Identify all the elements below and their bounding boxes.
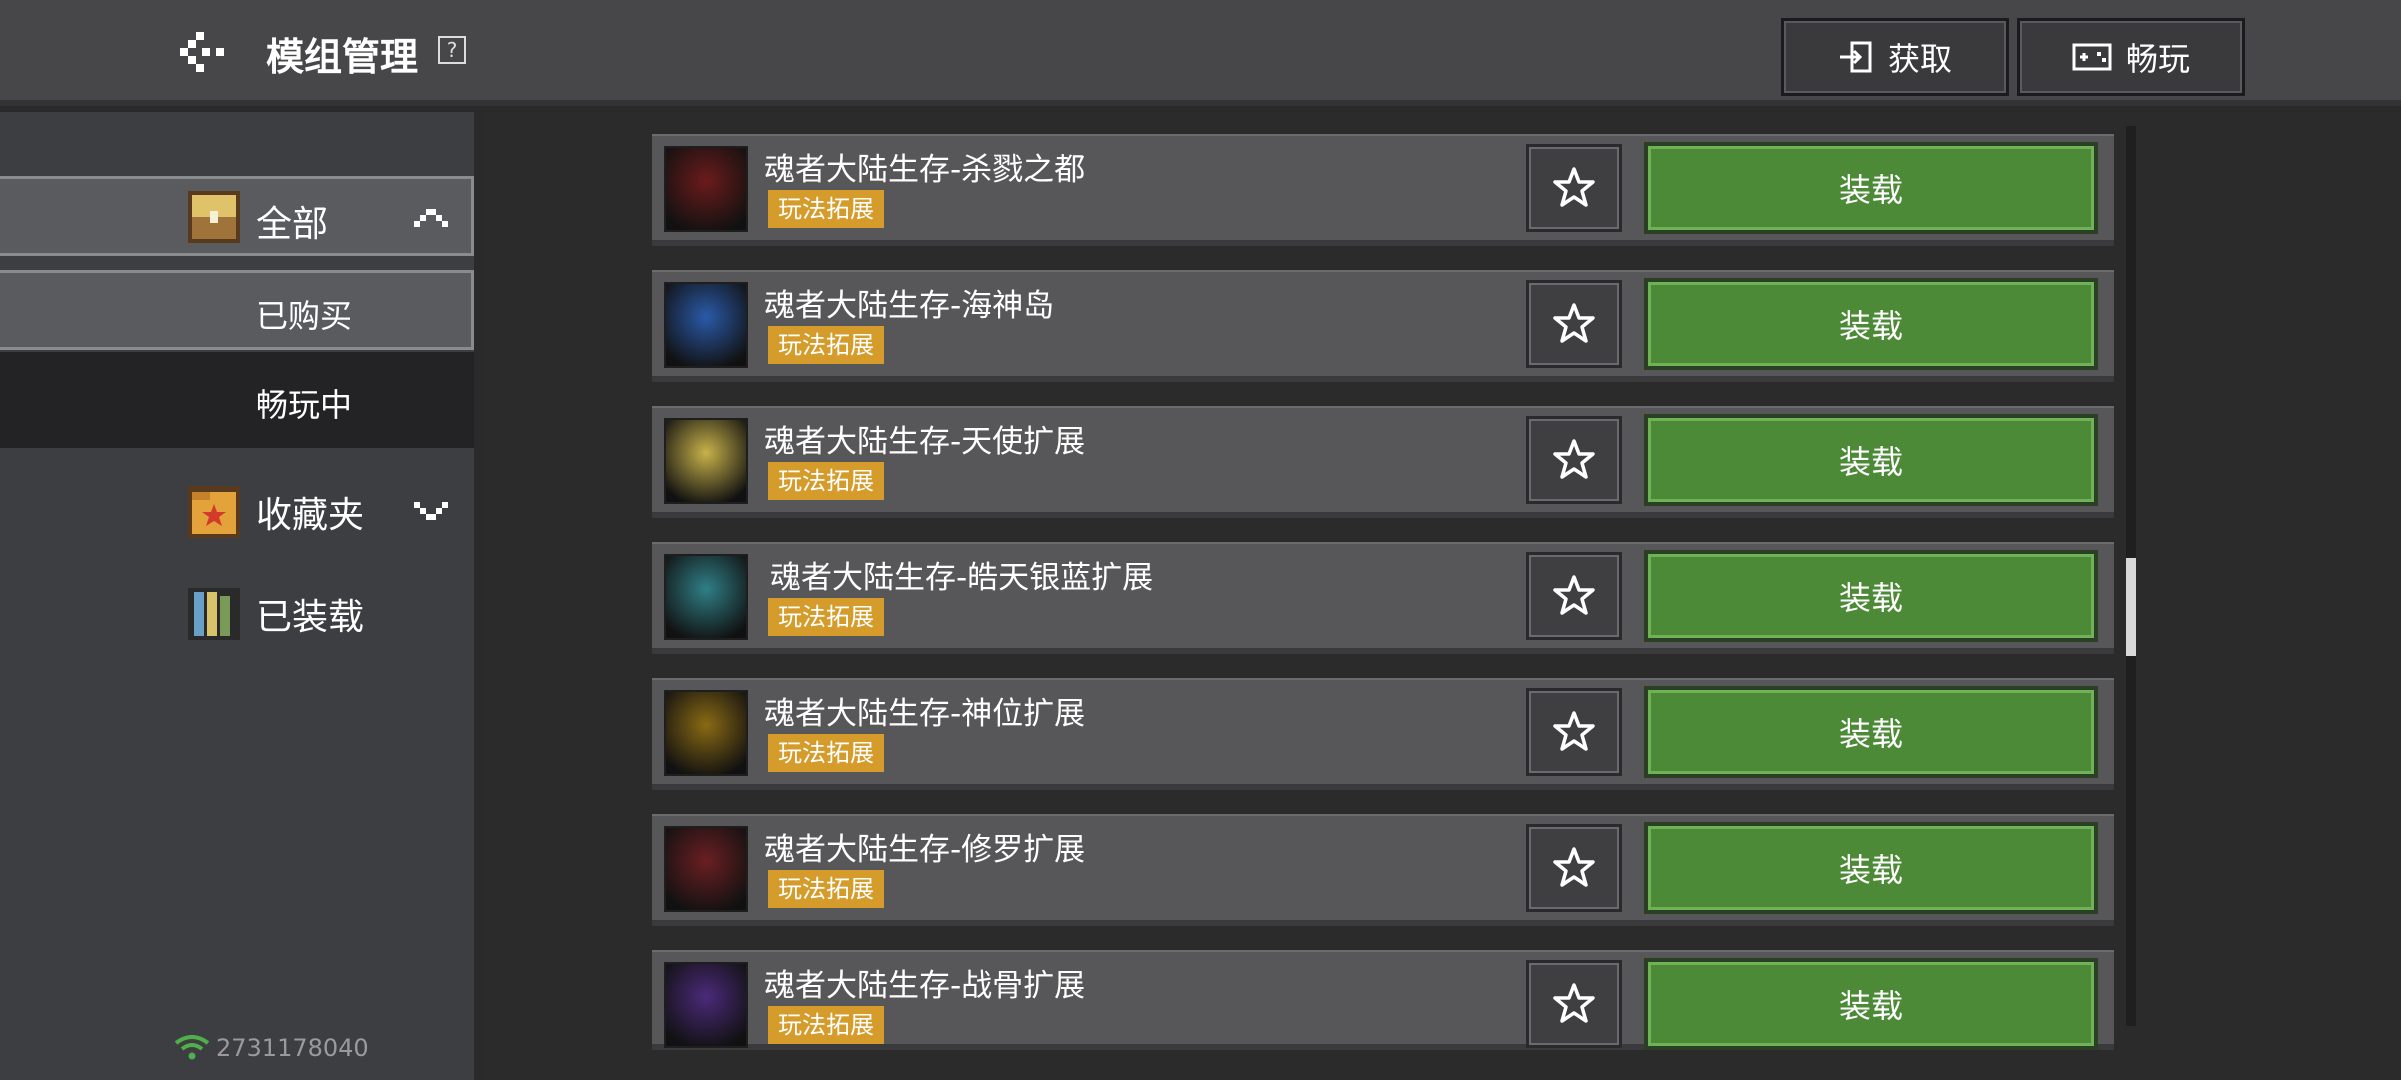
- star-icon: [1553, 167, 1595, 207]
- mod-title: 魂者大陆生存-海神岛: [764, 288, 1055, 324]
- mod-thumbnail: [664, 826, 748, 912]
- folder-star-icon: [188, 486, 240, 538]
- mod-title: 魂者大陆生存-修罗扩展: [764, 832, 1086, 868]
- books-icon: [188, 588, 240, 640]
- mod-thumbnail: [664, 146, 748, 232]
- category-tag: 玩法拓展: [768, 1006, 884, 1044]
- chest-icon: [188, 191, 240, 243]
- mod-thumbnail: [664, 690, 748, 776]
- favorite-button[interactable]: [1526, 960, 1622, 1048]
- import-icon: [1839, 41, 1872, 73]
- favorite-button[interactable]: [1526, 416, 1622, 504]
- play-button-label: 畅玩: [2125, 40, 2190, 78]
- mod-title: 魂者大陆生存-战骨扩展: [764, 968, 1086, 1004]
- load-button[interactable]: 装载: [1644, 958, 2098, 1050]
- load-button[interactable]: 装载: [1644, 142, 2098, 234]
- mod-title: 魂者大陆生存-皓天银蓝扩展: [770, 560, 1154, 596]
- load-button[interactable]: 装载: [1644, 822, 2098, 914]
- category-tag: 玩法拓展: [768, 598, 884, 636]
- category-tag: 玩法拓展: [768, 326, 884, 364]
- list-item[interactable]: 魂者大陆生存-神位扩展 玩法拓展 装载: [652, 678, 2114, 790]
- load-button[interactable]: 装载: [1644, 278, 2098, 370]
- sidebar-item-all[interactable]: 全部: [0, 176, 474, 256]
- sidebar-item-bought-label: 已购买: [256, 297, 353, 335]
- category-tag: 玩法拓展: [768, 870, 884, 908]
- chevron-down-icon: [414, 502, 448, 520]
- network-id: 2731178040: [216, 1034, 369, 1062]
- sidebar: 全部 已购买 畅玩中 收藏夹 已装载: [0, 112, 478, 1080]
- mod-thumbnail: [664, 418, 748, 504]
- mod-title: 魂者大陆生存-神位扩展: [764, 696, 1086, 732]
- sidebar-item-playing-label: 畅玩中: [256, 386, 353, 424]
- favorite-button[interactable]: [1526, 824, 1622, 912]
- favorite-button[interactable]: [1526, 552, 1622, 640]
- star-icon: [1553, 439, 1595, 479]
- sidebar-item-favorites[interactable]: 收藏夹: [0, 472, 474, 552]
- category-tag: 玩法拓展: [768, 190, 884, 228]
- sidebar-item-bought[interactable]: 已购买: [0, 270, 474, 350]
- page-title: 模组管理: [266, 35, 419, 79]
- star-icon: [1553, 711, 1595, 751]
- chevron-up-icon: [414, 209, 448, 227]
- top-bar: 模组管理 ? 获取 畅玩: [0, 0, 2401, 106]
- get-button[interactable]: 获取: [1781, 18, 2009, 96]
- star-icon: [1553, 983, 1595, 1023]
- sidebar-item-loaded[interactable]: 已装载: [0, 576, 474, 656]
- mod-thumbnail: [664, 554, 748, 640]
- category-tag: 玩法拓展: [768, 462, 884, 500]
- favorite-button[interactable]: [1526, 280, 1622, 368]
- load-button[interactable]: 装载: [1644, 686, 2098, 778]
- sidebar-item-playing[interactable]: 畅玩中: [0, 352, 474, 448]
- mod-thumbnail: [664, 282, 748, 368]
- network-status: 2731178040: [174, 1034, 369, 1062]
- back-arrow-icon[interactable]: [176, 28, 232, 76]
- get-button-label: 获取: [1887, 40, 1952, 78]
- sidebar-item-favorites-label: 收藏夹: [256, 495, 365, 536]
- play-button[interactable]: 畅玩: [2017, 18, 2245, 96]
- list-item[interactable]: 魂者大陆生存-海神岛 玩法拓展 装载: [652, 270, 2114, 382]
- gamepad-icon: [2072, 43, 2112, 71]
- list-item[interactable]: 魂者大陆生存-杀戮之都 玩法拓展 装载: [652, 134, 2114, 246]
- star-icon: [1553, 847, 1595, 887]
- help-icon[interactable]: ?: [438, 36, 466, 64]
- favorite-button[interactable]: [1526, 144, 1622, 232]
- sidebar-item-loaded-label: 已装载: [256, 597, 365, 638]
- wifi-icon: [174, 1035, 210, 1060]
- category-tag: 玩法拓展: [768, 734, 884, 772]
- list-item[interactable]: 魂者大陆生存-皓天银蓝扩展 玩法拓展 装载: [652, 542, 2114, 654]
- load-button[interactable]: 装载: [1644, 550, 2098, 642]
- star-icon: [1553, 303, 1595, 343]
- mod-thumbnail: [664, 962, 748, 1048]
- sidebar-item-all-label: 全部: [256, 204, 329, 245]
- scrollbar-thumb[interactable]: [2126, 558, 2136, 656]
- list-item[interactable]: 魂者大陆生存-天使扩展 玩法拓展 装载: [652, 406, 2114, 518]
- load-button[interactable]: 装载: [1644, 414, 2098, 506]
- favorite-button[interactable]: [1526, 688, 1622, 776]
- mod-title: 魂者大陆生存-天使扩展: [764, 424, 1086, 460]
- mod-title: 魂者大陆生存-杀戮之都: [764, 152, 1086, 188]
- list-item[interactable]: 魂者大陆生存-战骨扩展 玩法拓展 装载: [652, 950, 2114, 1050]
- star-icon: [1553, 575, 1595, 615]
- list-item[interactable]: 魂者大陆生存-修罗扩展 玩法拓展 装载: [652, 814, 2114, 926]
